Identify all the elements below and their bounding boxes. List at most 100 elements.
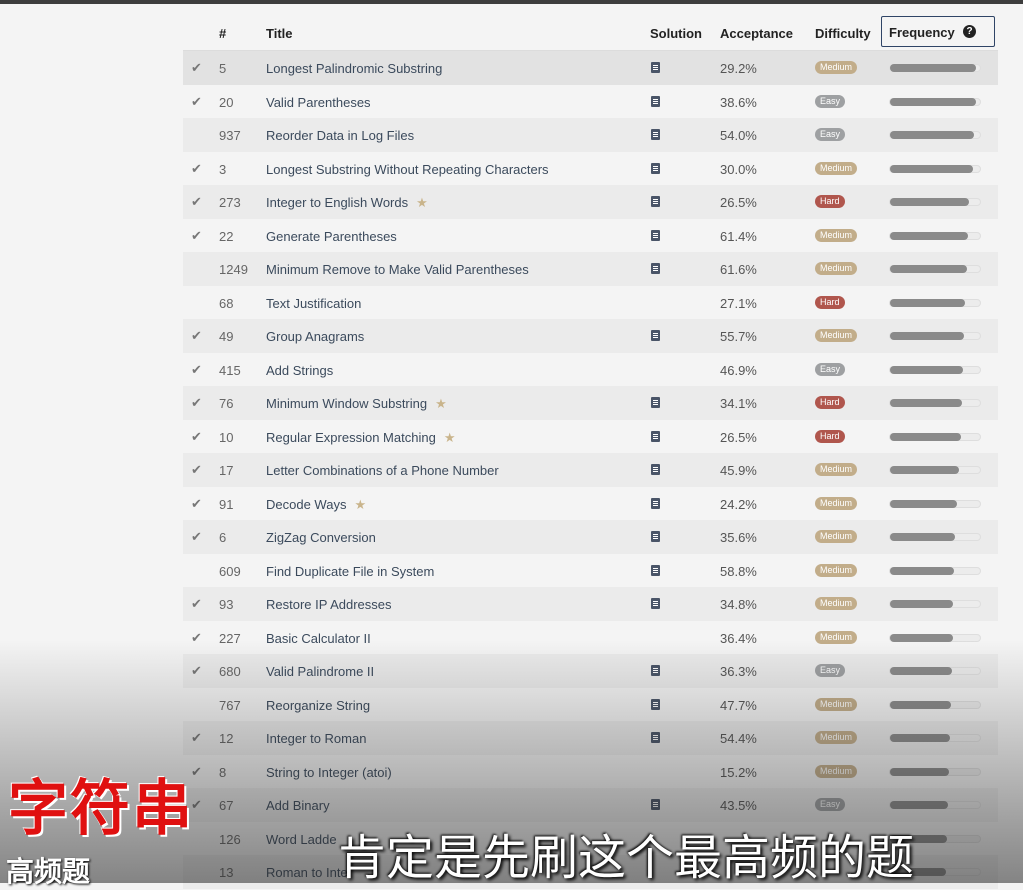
problem-title-link[interactable]: Group Anagrams (266, 329, 364, 344)
table-row[interactable]: ✔ 20 Valid Parentheses 38.6% Easy (183, 85, 998, 119)
difficulty-badge: Hard (815, 429, 845, 443)
table-row[interactable]: ✔ 22 Generate Parentheses 61.4% Medium (183, 219, 998, 253)
problem-number: 93 (219, 597, 234, 612)
table-row[interactable]: 1249 Minimum Remove to Make Valid Parenth… (183, 252, 998, 286)
solution-icon[interactable] (651, 598, 660, 609)
caption-title: 字符串 (8, 774, 194, 844)
table-row[interactable]: ✔ 273 Integer to English Words ★ 26.5% Hard (183, 185, 998, 219)
solution-icon[interactable] (651, 397, 660, 408)
table-row[interactable]: ✔ 680 Valid Palindrome II 36.3% Easy (183, 654, 998, 688)
header-solution[interactable]: Solution (650, 26, 702, 41)
solved-check-icon: ✔ (191, 93, 202, 109)
table-row[interactable]: ✔ 76 Minimum Window Substring ★ 34.1% Hard (183, 386, 998, 420)
problem-number: 126 (219, 831, 241, 847)
info-icon[interactable]: ? (963, 25, 976, 38)
problem-title-link[interactable]: Find Duplicate File in System (266, 564, 434, 579)
problem-title-link[interactable]: Reorder Data in Log Files (266, 128, 414, 143)
problem-title-link[interactable]: Integer to Roman (266, 731, 366, 746)
solution-icon[interactable] (651, 62, 660, 73)
header-acceptance[interactable]: Acceptance (720, 26, 793, 41)
problem-title-text: Valid Palindrome II (266, 664, 375, 679)
table-row[interactable]: ✔ 93 Restore IP Addresses 34.8% Medium (183, 587, 998, 621)
solution-icon[interactable] (651, 95, 660, 107)
solved-check-icon: ✔ (191, 629, 202, 645)
problem-title-link[interactable]: Roman to Inte (266, 865, 348, 880)
problem-number: 415 (219, 362, 241, 378)
table-row[interactable]: ✔ 8 String to Integer (atoi) 15.2% Medium (183, 755, 998, 789)
frequency-bar (889, 198, 981, 206)
problem-title-link[interactable]: Regular Expression Matching ★ (266, 430, 455, 446)
problem-title-link[interactable]: Reorganize String (266, 698, 370, 713)
table-row[interactable]: ✔ 67 Add Binary 43.5% Easy (183, 788, 998, 822)
table-row[interactable]: ✔ 12 Integer to Roman 54.4% Medium (183, 721, 998, 755)
table-row[interactable]: ✔ 3 Longest Substring Without Repeating Ch… (183, 152, 998, 186)
problem-title-link[interactable]: Valid Parentheses (266, 95, 371, 110)
difficulty-badge: Medium (815, 530, 858, 543)
table-row[interactable]: ✔ 91 Decode Ways ★ 24.2% Medium (183, 487, 998, 521)
problem-number: 227 (219, 630, 241, 646)
problem-title-link[interactable]: Minimum Window Substring ★ (266, 396, 447, 412)
acceptance-rate: 34.8% (720, 597, 757, 612)
table-row[interactable]: ✔ 5 Longest Palindromic Substring 29.2% Medi… (183, 51, 998, 85)
solution-icon[interactable] (651, 263, 660, 274)
solution-icon[interactable] (651, 531, 660, 542)
problem-title-link[interactable]: String to Integer (atoi) (266, 765, 392, 780)
problem-number: 8 (219, 764, 227, 780)
problem-number: 10 (219, 429, 234, 445)
solution-icon[interactable] (651, 464, 660, 475)
header-frequency[interactable]: Frequency ? (881, 16, 995, 47)
solved-check-icon: ✔ (191, 194, 202, 209)
problem-title-link[interactable]: Text Justification (266, 296, 361, 311)
problem-title-link[interactable]: Generate Parentheses (266, 229, 397, 244)
frequency-bar-fill (890, 533, 955, 541)
table-row[interactable]: 767 Reorganize String 47.7% Medium (183, 688, 998, 722)
problem-title-link[interactable]: Basic Calculator II (266, 631, 371, 646)
solution-icon[interactable] (651, 330, 660, 341)
problem-title-link[interactable]: Word Ladde (266, 832, 337, 847)
table-row[interactable]: ✔ 49 Group Anagrams 55.7% Medium (183, 319, 998, 353)
problem-title-link[interactable]: Valid Palindrome II (266, 664, 374, 679)
problem-title-link[interactable]: Add Binary (266, 798, 330, 813)
solution-icon[interactable] (651, 196, 660, 207)
header-title[interactable]: Title (266, 26, 293, 41)
problem-title-link[interactable]: Add Strings (266, 363, 333, 378)
table-row[interactable]: 68 Text Justification 27.1% Hard (183, 286, 998, 320)
solution-icon[interactable] (651, 665, 660, 676)
solution-icon[interactable] (651, 162, 660, 174)
problem-title-link[interactable]: ZigZag Conversion (266, 530, 376, 545)
problem-title-link[interactable]: Longest Palindromic Substring (266, 61, 442, 76)
difficulty-badge: Medium (815, 597, 858, 610)
solution-icon[interactable] (651, 698, 660, 710)
problem-title-link[interactable]: Letter Combinations of a Phone Number (266, 463, 499, 478)
table-row[interactable]: 609 Find Duplicate File in System 58.8% Med… (183, 554, 998, 588)
table-row[interactable]: ✔ 6 ZigZag Conversion 35.6% Medium (183, 520, 998, 554)
problem-title-link[interactable]: Decode Ways ★ (266, 497, 366, 513)
problem-title-text: Integer to Roman (266, 731, 367, 746)
header-frequency-label: Frequency (889, 25, 955, 40)
frequency-bar (889, 97, 981, 106)
problem-title-link[interactable]: Restore IP Addresses (266, 597, 392, 612)
problem-title-text: Valid Parentheses (266, 94, 371, 110)
solution-icon[interactable] (651, 564, 660, 576)
solution-icon[interactable] (651, 732, 660, 743)
difficulty-badge: Medium (815, 764, 858, 778)
problems-table: # Title Solution Acceptance Difficulty F… (183, 16, 998, 889)
acceptance-rate: 35.6% (720, 530, 757, 545)
star-icon: ★ (443, 429, 456, 445)
solution-icon[interactable] (651, 129, 660, 140)
solution-icon[interactable] (651, 229, 660, 241)
table-row[interactable]: ✔ 17 Letter Combinations of a Phone Number… (183, 453, 998, 487)
table-row[interactable]: ✔ 415 Add Strings 46.9% Easy (183, 353, 998, 387)
table-row[interactable]: ✔ 10 Regular Expression Matching ★ 26.5% Hard (183, 420, 998, 454)
header-number[interactable]: # (219, 26, 226, 41)
header-difficulty[interactable]: Difficulty (815, 26, 871, 41)
problem-title-link[interactable]: Minimum Remove to Make Valid Parentheses (266, 262, 529, 277)
solution-icon[interactable] (651, 799, 660, 810)
problem-title-link[interactable]: Longest Substring Without Repeating Char… (266, 162, 549, 177)
table-row[interactable]: ✔ 227 Basic Calculator II 36.4% Medium (183, 621, 998, 655)
solution-icon[interactable] (651, 430, 660, 442)
problem-title-link[interactable]: Integer to English Words ★ (266, 195, 428, 211)
solution-icon[interactable] (651, 497, 660, 509)
table-row[interactable]: 937 Reorder Data in Log Files 54.0% Easy (183, 118, 998, 152)
problem-title-text: Decode Ways (266, 496, 347, 512)
